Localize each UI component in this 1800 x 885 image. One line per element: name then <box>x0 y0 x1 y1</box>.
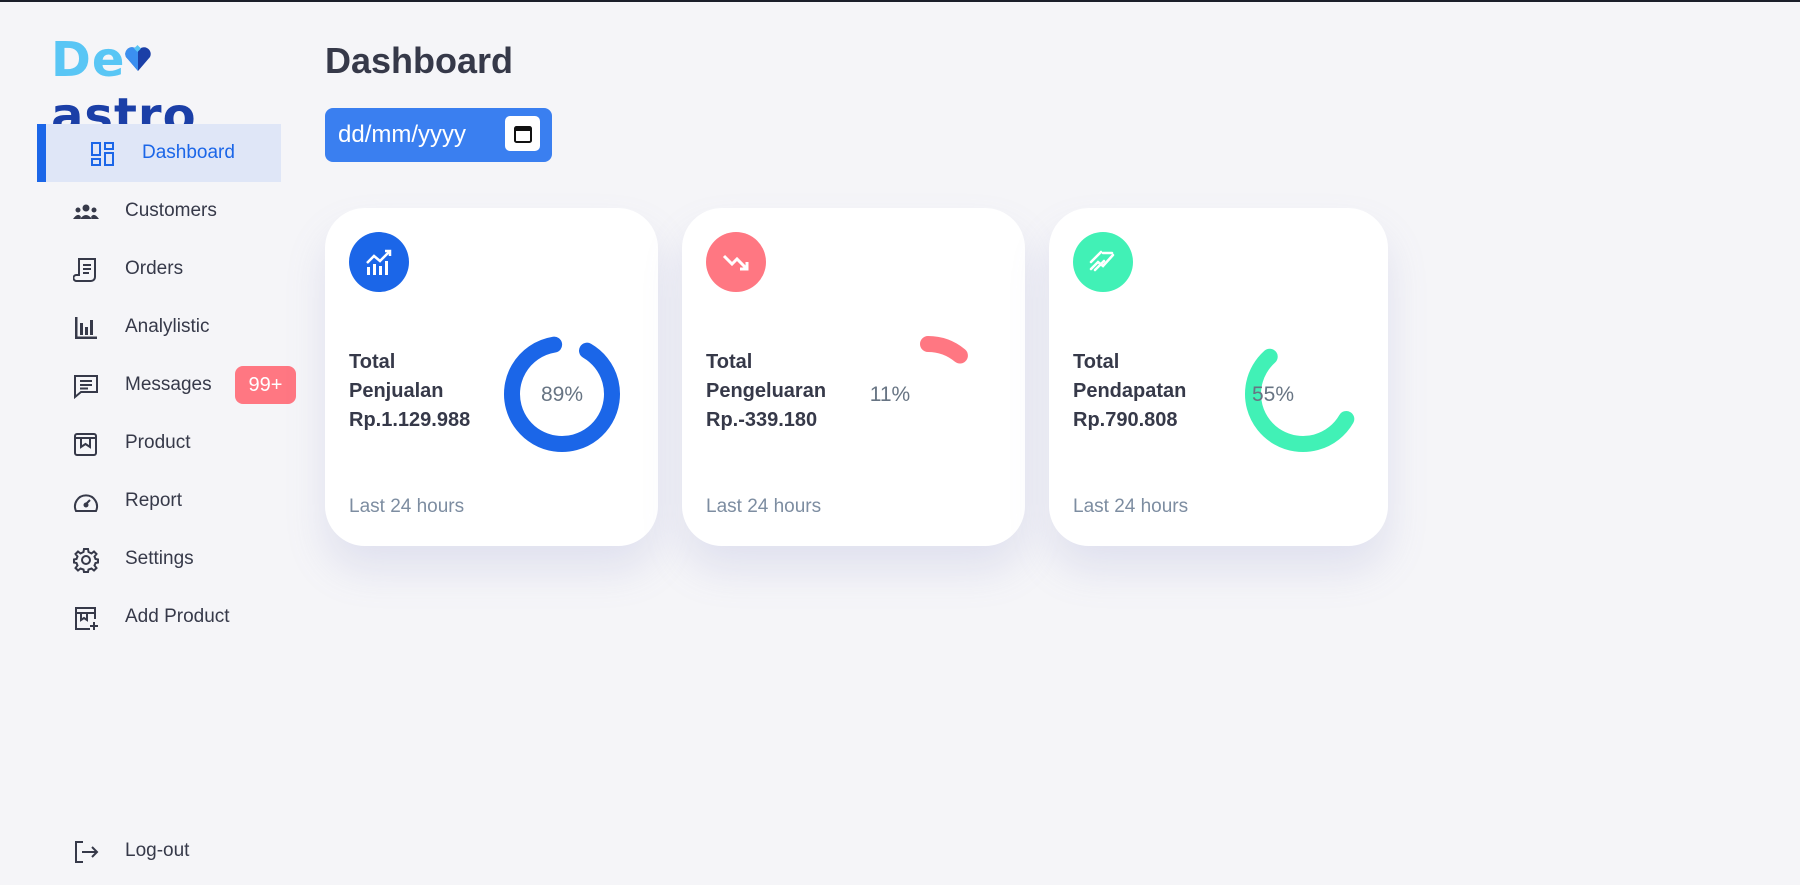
sidebar-item-report[interactable]: Report <box>37 472 281 530</box>
messages-count-badge: 99+ <box>235 366 296 404</box>
card-label-line1: Total <box>349 351 396 373</box>
card-footer: Last 24 hours <box>706 496 822 517</box>
sidebar-nav: Dashboard Customers Orders Analylistic M… <box>37 124 296 646</box>
sidebar-item-label: Messages <box>125 374 212 395</box>
trending-up-icon <box>1089 250 1115 272</box>
logo-text-start: De <box>51 32 126 88</box>
sales-card: Total Penjualan Rp.1.129.988 89% Last 24… <box>325 208 658 546</box>
users-icon <box>73 204 99 219</box>
sidebar-item-label: Product <box>125 432 191 453</box>
sidebar-item-product[interactable]: Product <box>37 414 281 472</box>
add-product-icon <box>75 607 98 630</box>
grid-icon <box>91 142 114 166</box>
sidebar-item-settings[interactable]: Settings <box>37 530 281 588</box>
card-icon-circle <box>349 232 409 292</box>
logout-button[interactable]: Log-out <box>37 822 281 880</box>
report-icon <box>74 494 98 512</box>
sidebar-item-messages[interactable]: Messages 99+ <box>37 356 296 414</box>
card-percent: 55% <box>1251 383 1295 406</box>
sidebar-item-label: Orders <box>125 258 184 279</box>
calendar-button[interactable] <box>505 116 540 151</box>
card-label-line2: Pendapatan <box>1073 380 1187 402</box>
calendar-icon <box>513 125 532 143</box>
date-placeholder: dd/mm/yyyy <box>338 121 467 148</box>
logo-heart-icon <box>125 44 152 71</box>
sidebar: De astro. Dashboard Customers Orders Ana… <box>0 2 300 885</box>
logout-icon <box>75 841 99 863</box>
sidebar-item-label: Analylistic <box>125 316 210 337</box>
card-text: Total Penjualan Rp.1.129.988 <box>349 348 470 435</box>
card-footer: Last 24 hours <box>349 496 465 517</box>
card-amount: Rp.1.129.988 <box>349 409 471 431</box>
page-title: Dashboard <box>325 40 514 81</box>
card-percent: 11% <box>869 383 911 406</box>
card-label-line2: Penjualan <box>349 380 444 402</box>
trending-down-icon <box>722 254 749 271</box>
card-icon-circle <box>1073 232 1133 292</box>
card-text: Total Pengeluaran Rp.-339.180 <box>706 348 826 435</box>
bar-chart-icon <box>75 317 97 339</box>
sidebar-item-dashboard[interactable]: Dashboard <box>37 124 281 182</box>
card-label-line2: Pengeluaran <box>706 380 827 402</box>
card-percent: 89% <box>540 383 584 406</box>
analytics-icon <box>366 249 392 275</box>
gear-icon <box>73 548 99 573</box>
sidebar-logout: Log-out <box>37 822 281 880</box>
receipt-icon <box>73 258 96 282</box>
sidebar-item-add-product[interactable]: Add Product <box>37 588 281 646</box>
income-card: Total Pendapatan Rp.790.808 55% Last 24 … <box>1049 208 1388 546</box>
sidebar-item-label: Dashboard <box>142 142 235 163</box>
message-icon <box>74 375 98 399</box>
sidebar-item-analytics[interactable]: Analylistic <box>37 298 281 356</box>
expense-card: Total Pengeluaran Rp.-339.180 11% Last 2… <box>682 208 1025 546</box>
date-input[interactable]: dd/mm/yyyy <box>325 108 552 162</box>
sidebar-item-orders[interactable]: Orders <box>37 240 281 298</box>
card-label-line1: Total <box>1073 351 1120 373</box>
sidebar-item-label: Add Product <box>125 606 230 627</box>
sidebar-item-customers[interactable]: Customers <box>37 182 281 240</box>
logout-label: Log-out <box>125 840 190 861</box>
card-amount: Rp.790.808 <box>1073 409 1178 431</box>
sidebar-item-label: Settings <box>125 548 194 569</box>
card-label-line1: Total <box>706 351 753 373</box>
product-icon <box>74 433 97 456</box>
sidebar-item-label: Customers <box>125 200 217 221</box>
card-icon-circle <box>706 232 766 292</box>
card-text: Total Pendapatan Rp.790.808 <box>1073 348 1186 435</box>
card-footer: Last 24 hours <box>1073 496 1189 517</box>
sidebar-item-label: Report <box>125 490 183 511</box>
card-amount: Rp.-339.180 <box>706 409 818 431</box>
